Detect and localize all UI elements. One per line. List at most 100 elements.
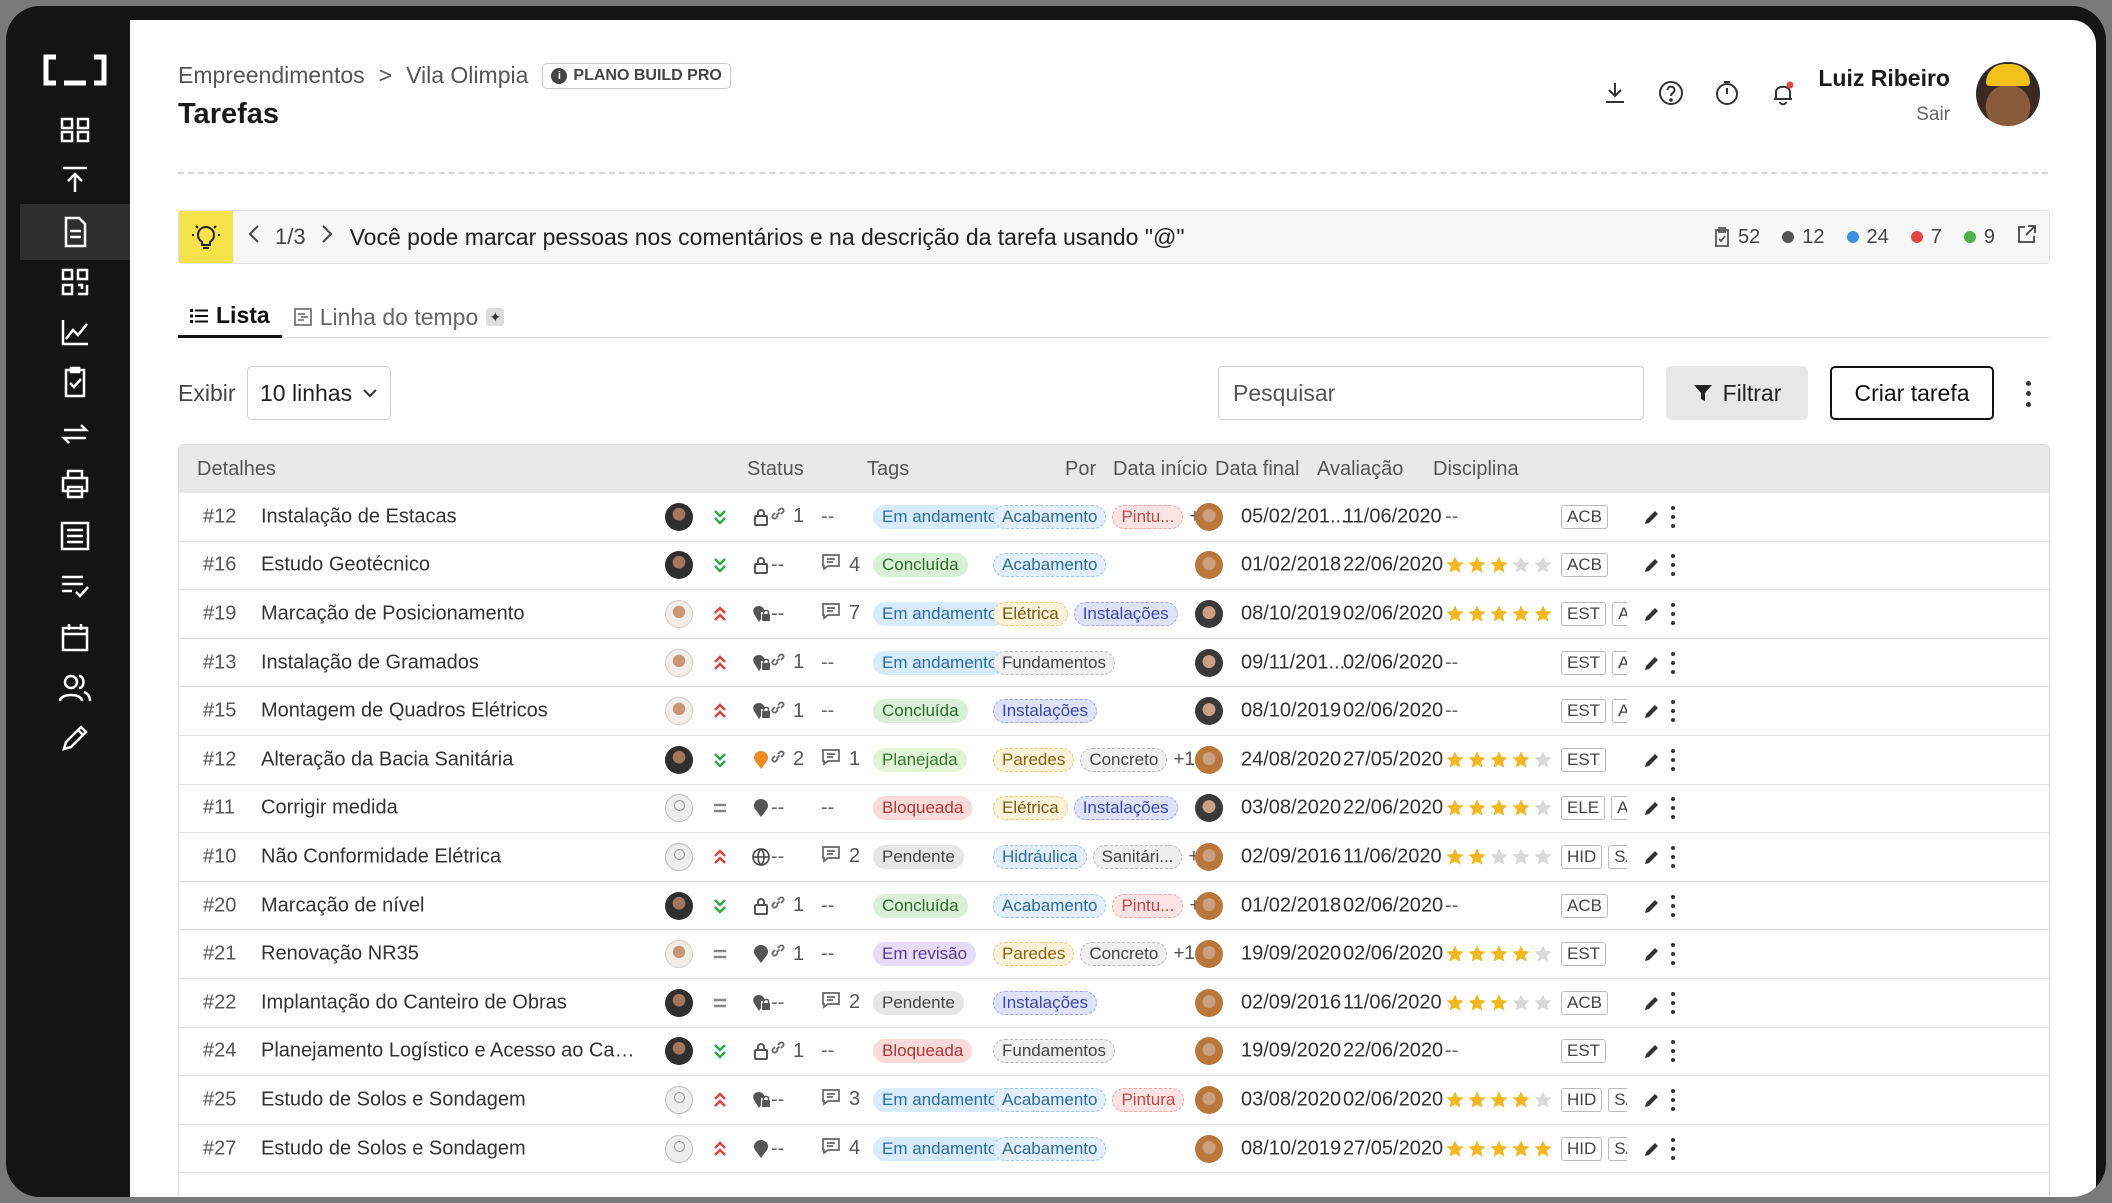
links-count[interactable]: 1 xyxy=(769,651,804,675)
status-badge[interactable]: Em andamento xyxy=(873,650,1007,675)
status-badge[interactable]: Concluída xyxy=(873,893,968,918)
row-more-icon[interactable] xyxy=(1669,991,1677,1014)
breadcrumb-project[interactable]: Vila Olimpia xyxy=(406,62,528,89)
row-more-icon[interactable] xyxy=(1669,797,1677,820)
chevron-left-icon[interactable] xyxy=(247,223,261,251)
row-more-icon[interactable] xyxy=(1669,651,1677,674)
status-badge[interactable]: Planejada xyxy=(873,747,967,772)
author-avatar[interactable] xyxy=(1195,1037,1223,1066)
status-badge[interactable]: Bloqueada xyxy=(873,1039,973,1064)
author-avatar[interactable] xyxy=(1195,940,1223,969)
header-por[interactable]: Por xyxy=(1065,458,1096,481)
edit-pencil-icon[interactable] xyxy=(1643,799,1661,817)
author-avatar[interactable] xyxy=(1195,502,1223,531)
table-row[interactable]: #25 Estudo de Solos e Sondagem -- 3 Em andam… xyxy=(179,1076,2049,1125)
nav-checklist-icon[interactable] xyxy=(20,354,130,410)
edit-pencil-icon[interactable] xyxy=(1643,751,1661,769)
table-row[interactable]: #21 Renovação NR35 1 -- Em revisão Paredes Con… xyxy=(179,930,2049,979)
assignee-avatar[interactable] xyxy=(665,502,693,531)
notification-bell-icon[interactable] xyxy=(1766,76,1800,110)
status-badge[interactable]: Concluída xyxy=(873,553,968,578)
nav-print-icon[interactable] xyxy=(20,456,130,512)
table-row[interactable]: #10 Não Conformidade Elétrica -- 2 Pendente H… xyxy=(179,833,2049,882)
status-badge[interactable]: Em andamento xyxy=(873,504,1007,529)
status-badge[interactable]: Em andamento xyxy=(873,601,1007,626)
edit-pencil-icon[interactable] xyxy=(1643,605,1661,623)
edit-pencil-icon[interactable] xyxy=(1643,556,1661,574)
nav-calendar-icon[interactable] xyxy=(20,610,130,666)
nav-chart-icon[interactable] xyxy=(20,304,130,360)
row-more-icon[interactable] xyxy=(1669,1040,1677,1063)
author-avatar[interactable] xyxy=(1195,1085,1223,1114)
edit-pencil-icon[interactable] xyxy=(1643,848,1661,866)
tag-badge[interactable]: Paredes xyxy=(993,747,1075,772)
nav-sync-icon[interactable] xyxy=(20,406,130,462)
nav-tasks-icon[interactable] xyxy=(20,204,130,260)
assignee-avatar[interactable] xyxy=(665,794,693,823)
header-data-inicio[interactable]: Data início xyxy=(1113,458,1208,481)
author-avatar[interactable] xyxy=(1195,988,1223,1017)
chevron-right-icon[interactable] xyxy=(320,223,334,251)
nav-qrcode-icon[interactable] xyxy=(20,254,130,310)
nav-users-icon[interactable] xyxy=(20,660,130,716)
comments-count[interactable]: 1 xyxy=(821,748,860,772)
rating-stars[interactable] xyxy=(1445,993,1553,1013)
more-tags-count[interactable]: +1 xyxy=(1173,943,1195,965)
edit-pencil-icon[interactable] xyxy=(1643,897,1661,915)
rating-stars[interactable] xyxy=(1445,750,1553,770)
download-icon[interactable] xyxy=(1598,76,1632,110)
tag-badge[interactable]: Instalações xyxy=(993,990,1097,1015)
filter-button[interactable]: Filtrar xyxy=(1666,366,1808,420)
links-count[interactable]: 1 xyxy=(769,894,804,918)
tag-badge[interactable]: Instalações xyxy=(1073,796,1178,821)
external-link-icon[interactable] xyxy=(2017,224,2037,250)
nav-todo-icon[interactable] xyxy=(20,558,130,614)
task-name[interactable]: Alteração da Bacia Sanitária xyxy=(261,748,641,771)
table-row[interactable]: #13 Instalação de Gramados 1 -- Em andamento… xyxy=(179,639,2049,688)
assignee-avatar[interactable] xyxy=(665,988,693,1017)
task-name[interactable]: Marcação de nível xyxy=(261,894,641,917)
table-row[interactable]: #22 Implantação do Canteiro de Obras -- 2 Pe… xyxy=(179,979,2049,1028)
comments-count[interactable]: 4 xyxy=(821,553,860,577)
tag-badge[interactable]: Acabamento xyxy=(993,893,1107,918)
task-name[interactable]: Instalação de Estacas xyxy=(261,505,641,528)
edit-pencil-icon[interactable] xyxy=(1643,1140,1661,1158)
assignee-avatar[interactable] xyxy=(665,745,693,774)
rows-per-page-select[interactable]: 10 linhas xyxy=(247,366,391,420)
edit-pencil-icon[interactable] xyxy=(1643,508,1661,526)
author-avatar[interactable] xyxy=(1195,551,1223,580)
header-disciplina[interactable]: Disciplina xyxy=(1433,458,1519,481)
tab-lista[interactable]: Lista xyxy=(178,296,282,338)
task-name[interactable]: Estudo de Solos e Sondagem xyxy=(261,1088,641,1111)
nav-list-icon[interactable] xyxy=(20,508,130,564)
help-icon[interactable] xyxy=(1654,76,1688,110)
tag-badge[interactable]: Instalações xyxy=(1073,601,1178,626)
rating-stars[interactable] xyxy=(1445,555,1553,575)
edit-pencil-icon[interactable] xyxy=(1643,654,1661,672)
status-badge[interactable]: Concluída xyxy=(873,699,968,724)
task-name[interactable]: Corrigir medida xyxy=(261,797,641,820)
row-more-icon[interactable] xyxy=(1669,894,1677,917)
nav-upload-icon[interactable] xyxy=(20,152,130,208)
table-row[interactable]: #12 Instalação de Estacas 1 -- Em andamento A… xyxy=(179,493,2049,542)
task-name[interactable]: Planejamento Logístico e Acesso ao Cant.… xyxy=(261,1040,641,1063)
row-more-icon[interactable] xyxy=(1669,554,1677,577)
tag-badge[interactable]: Acabamento xyxy=(993,1136,1107,1161)
comments-count[interactable]: 2 xyxy=(821,991,860,1015)
row-more-icon[interactable] xyxy=(1669,943,1677,966)
assignee-avatar[interactable] xyxy=(665,1134,693,1163)
task-name[interactable]: Renovação NR35 xyxy=(261,943,641,966)
assignee-avatar[interactable] xyxy=(665,1037,693,1066)
row-more-icon[interactable] xyxy=(1669,1088,1677,1111)
tag-badge[interactable]: Pintu... xyxy=(1112,893,1184,918)
task-name[interactable]: Implantação do Canteiro de Obras xyxy=(261,991,641,1014)
task-name[interactable]: Estudo Geotécnico xyxy=(261,554,641,577)
rating-stars[interactable] xyxy=(1445,847,1553,867)
author-avatar[interactable] xyxy=(1195,891,1223,920)
links-count[interactable]: 1 xyxy=(769,699,804,723)
header-tags[interactable]: Tags xyxy=(867,458,909,481)
comments-count[interactable]: 7 xyxy=(821,602,860,626)
more-tags-count[interactable]: +1 xyxy=(1173,749,1195,771)
row-more-icon[interactable] xyxy=(1669,700,1677,723)
breadcrumb-empreendimentos[interactable]: Empreendimentos xyxy=(178,62,365,89)
